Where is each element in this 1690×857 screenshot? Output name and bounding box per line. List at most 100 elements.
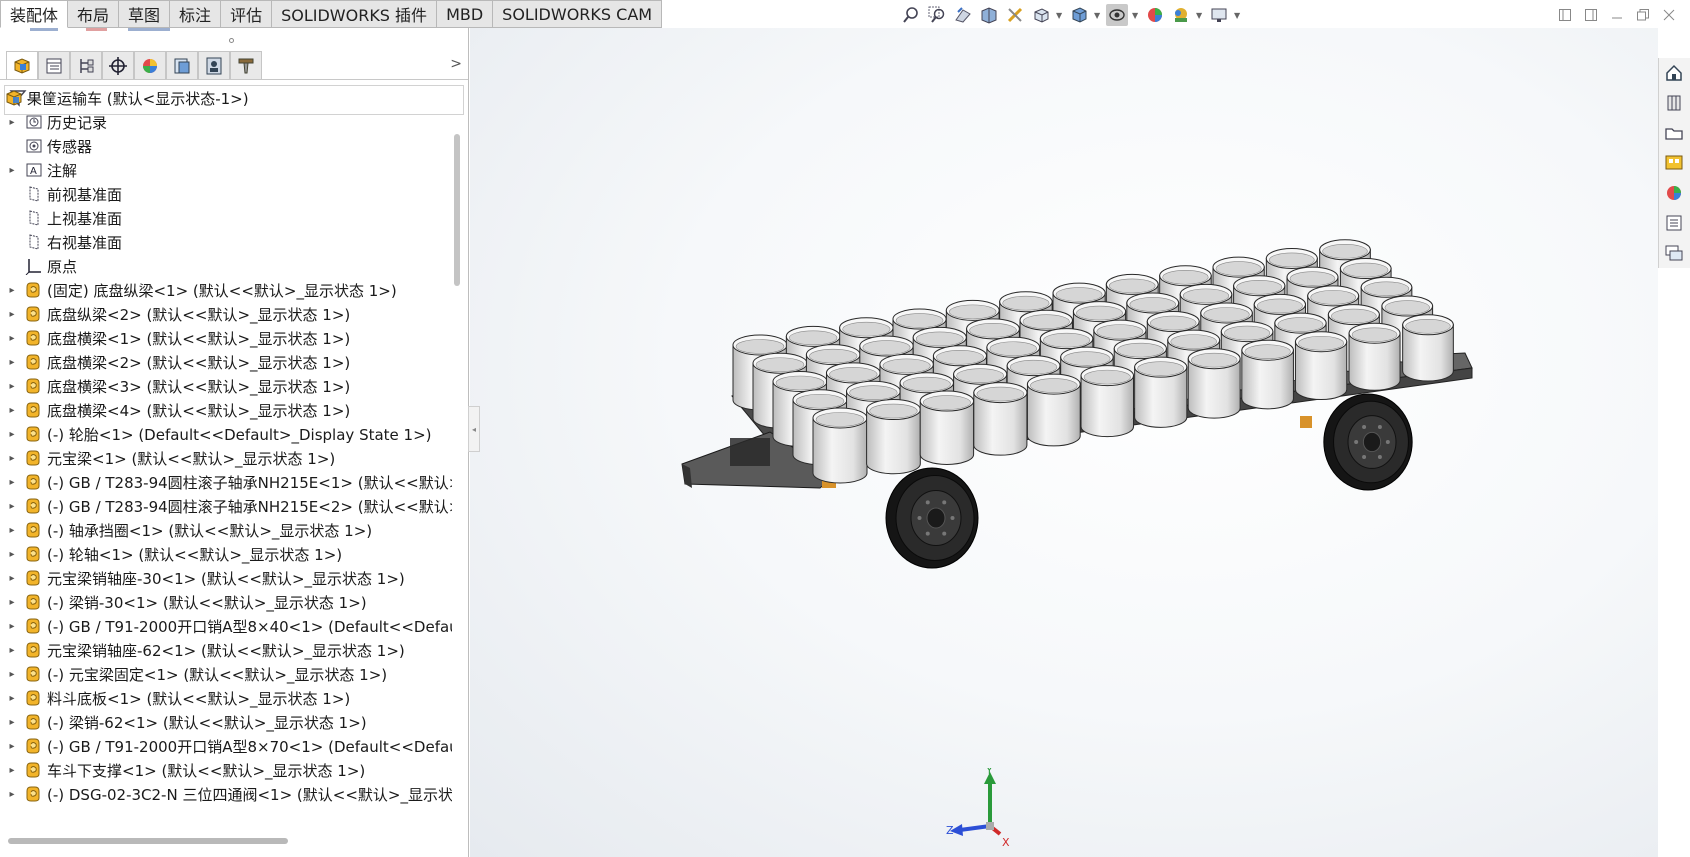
tree-item-plane[interactable]: 右视基准面 <box>0 230 452 254</box>
file-explorer-icon[interactable] <box>1659 120 1689 146</box>
solidworks-resources-icon[interactable] <box>1659 60 1689 86</box>
expand-arrow-icon[interactable]: ▸ <box>6 765 18 776</box>
tree-item-component[interactable]: ▸ (-) 梁销-30<1> (默认<<默认>_显示状态 1>) <box>0 590 452 614</box>
expand-arrow-icon[interactable]: ▸ <box>6 501 18 512</box>
tree-item-component[interactable]: ▸ 底盘纵梁<2> (默认<<默认>_显示状态 1>) <box>0 302 452 326</box>
expand-arrow-icon[interactable]: ▸ <box>6 597 18 608</box>
display-style-icon[interactable] <box>1068 4 1090 26</box>
tree-item-component[interactable]: ▸ (-) 梁销-62<1> (默认<<默认>_显示状态 1>) <box>0 710 452 734</box>
expand-arrow-icon[interactable]: ▸ <box>6 645 18 656</box>
tab-sketch[interactable]: 草图 <box>119 0 171 28</box>
tree-item-component[interactable]: ▸ (-) GB / T91-2000开口销A型8×70<1> (Default<… <box>0 734 452 758</box>
tab-markup[interactable]: 标注 <box>170 0 222 28</box>
panel-splitter-handle[interactable]: ◂ <box>468 406 480 452</box>
cam-operation-tree-tab-icon[interactable] <box>198 51 230 79</box>
chevron-down-icon[interactable]: ▼ <box>1234 11 1242 20</box>
tab-mbd[interactable]: MBD <box>437 0 494 28</box>
design-library-icon[interactable] <box>1659 90 1689 116</box>
edit-appearance-icon[interactable] <box>1144 4 1166 26</box>
tree-item-component[interactable]: ▸ 底盘横梁<4> (默认<<默认>_显示状态 1>) <box>0 398 452 422</box>
expand-arrow-icon[interactable]: ▸ <box>6 573 18 584</box>
tree-item-origin[interactable]: 原点 <box>0 254 452 278</box>
apply-scene-icon[interactable] <box>1170 4 1192 26</box>
tree-item-plane[interactable]: 前视基准面 <box>0 182 452 206</box>
tree-item-component[interactable]: ▸ (-) 轴承挡圈<1> (默认<<默认>_显示状态 1>) <box>0 518 452 542</box>
tab-evaluate[interactable]: 评估 <box>221 0 273 28</box>
graphics-area[interactable]: Y Z X <box>470 28 1658 857</box>
chevron-right-icon[interactable]: > <box>450 56 462 72</box>
dimxpertmanager-tab-icon[interactable] <box>102 51 134 79</box>
expand-arrow-icon[interactable]: ▸ <box>6 117 18 128</box>
tree-item-component[interactable]: ▸ (-) GB / T283-94圆柱滚子轴承NH215E<2> (默认<<默认… <box>0 494 452 518</box>
custom-properties-icon[interactable] <box>1659 210 1689 236</box>
expand-arrow-icon[interactable]: ▸ <box>6 669 18 680</box>
tree-item-component[interactable]: ▸ (-) GB / T91-2000开口销A型8×40<1> (Default<… <box>0 614 452 638</box>
view-palette-icon[interactable] <box>1659 150 1689 176</box>
trailer-model-view[interactable] <box>470 28 1658 857</box>
expand-arrow-icon[interactable]: ▸ <box>6 429 18 440</box>
tree-item-component[interactable]: ▸ (固定) 底盘纵梁<1> (默认<<默认>_显示状态 1>) <box>0 278 452 302</box>
chevron-down-icon[interactable]: ▼ <box>1094 11 1102 20</box>
expand-arrow-icon[interactable]: ▸ <box>6 453 18 464</box>
tree-item-component[interactable]: ▸ (-) DSG-02-3C2-N 三位四通阀<1> (默认<<默认>_显示状态 <box>0 782 452 806</box>
previous-view-icon[interactable] <box>952 4 974 26</box>
tree-vertical-scrollbar[interactable] <box>454 134 460 286</box>
expand-arrow-icon[interactable]: ▸ <box>6 285 18 296</box>
expand-arrow-icon[interactable]: ▸ <box>6 741 18 752</box>
close-icon[interactable] <box>1662 4 1676 26</box>
tree-item-component[interactable]: ▸ (-) GB / T283-94圆柱滚子轴承NH215E<1> (默认<<默认… <box>0 470 452 494</box>
tree-item-component[interactable]: ▸ (-) 轮胎<1> (Default<<Default>_Display St… <box>0 422 452 446</box>
expand-arrow-icon[interactable]: ▸ <box>6 693 18 704</box>
expand-arrow-icon[interactable]: ▸ <box>6 333 18 344</box>
expand-arrow-icon[interactable]: ▸ <box>6 405 18 416</box>
hide-show-items-icon[interactable] <box>1106 4 1128 26</box>
tree-item-plane[interactable]: 上视基准面 <box>0 206 452 230</box>
forum-icon[interactable] <box>1659 240 1689 266</box>
chevron-down-icon[interactable]: ▼ <box>1196 11 1204 20</box>
tree-item-annotation[interactable]: ▸ A 注解 <box>0 158 452 182</box>
expand-arrow-icon[interactable]: ▸ <box>6 381 18 392</box>
tab-solidworks-addins[interactable]: SOLIDWORKS 插件 <box>272 0 438 28</box>
expand-arrow-icon[interactable]: ▸ <box>6 525 18 536</box>
expand-arrow-icon[interactable]: ▸ <box>6 357 18 368</box>
expand-arrow-icon[interactable]: ▸ <box>6 789 18 800</box>
collapse-handle[interactable] <box>229 38 234 43</box>
view-orientation-icon[interactable] <box>1030 4 1052 26</box>
displaymanager-tab-icon[interactable] <box>134 51 166 79</box>
propertymanager-tab-icon[interactable] <box>38 51 70 79</box>
tree-item-component[interactable]: ▸ 元宝梁<1> (默认<<默认>_显示状态 1>) <box>0 446 452 470</box>
expand-arrow-icon[interactable]: ▸ <box>6 477 18 488</box>
tree-item-component[interactable]: ▸ 底盘横梁<3> (默认<<默认>_显示状态 1>) <box>0 374 452 398</box>
tab-solidworks-cam[interactable]: SOLIDWORKS CAM <box>493 0 663 28</box>
tab-layout[interactable]: 布局 <box>68 0 120 28</box>
expand-arrow-icon[interactable]: ▸ <box>6 549 18 560</box>
tree-item-sensor[interactable]: 传感器 <box>0 134 452 158</box>
tree-item-component[interactable]: ▸ 料斗底板<1> (默认<<默认>_显示状态 1>) <box>0 686 452 710</box>
tree-item-component[interactable]: ▸ 底盘横梁<1> (默认<<默认>_显示状态 1>) <box>0 326 452 350</box>
tile-left-icon[interactable] <box>1558 4 1572 26</box>
minimize-icon[interactable] <box>1610 4 1624 26</box>
tree-item-component[interactable]: ▸ 元宝梁销轴座-62<1> (默认<<默认>_显示状态 1>) <box>0 638 452 662</box>
tab-assembly[interactable]: 装配体 <box>0 0 69 28</box>
expand-arrow-icon[interactable]: ▸ <box>6 165 18 176</box>
featuremanager-tab-icon[interactable] <box>6 51 38 79</box>
chevron-down-icon[interactable]: ▼ <box>1056 11 1064 20</box>
zoom-to-fit-icon[interactable] <box>900 4 922 26</box>
tile-right-icon[interactable] <box>1584 4 1598 26</box>
dynamic-annotation-icon[interactable] <box>1004 4 1026 26</box>
tree-horizontal-scrollbar[interactable] <box>8 838 288 844</box>
tree-item-component[interactable]: ▸ (-) 元宝梁固定<1> (默认<<默认>_显示状态 1>) <box>0 662 452 686</box>
restore-icon[interactable] <box>1636 4 1650 26</box>
configurationmanager-tab-icon[interactable] <box>70 51 102 79</box>
zoom-to-area-icon[interactable] <box>926 4 948 26</box>
tree-item-component[interactable]: ▸ 元宝梁销轴座-30<1> (默认<<默认>_显示状态 1>) <box>0 566 452 590</box>
cam-feature-tree-tab-icon[interactable] <box>166 51 198 79</box>
view-settings-icon[interactable] <box>1208 4 1230 26</box>
tree-item-component[interactable]: ▸ 底盘横梁<2> (默认<<默认>_显示状态 1>) <box>0 350 452 374</box>
tree-item-component[interactable]: ▸ (-) 轮轴<1> (默认<<默认>_显示状态 1>) <box>0 542 452 566</box>
tree-item-history[interactable]: ▸ 历史记录 <box>0 110 452 134</box>
appearances-scenes-icon[interactable] <box>1659 180 1689 206</box>
expand-arrow-icon[interactable]: ▸ <box>6 717 18 728</box>
chevron-down-icon[interactable]: ▼ <box>1132 11 1140 20</box>
tree-item-component[interactable]: ▸ 车斗下支撑<1> (默认<<默认>_显示状态 1>) <box>0 758 452 782</box>
